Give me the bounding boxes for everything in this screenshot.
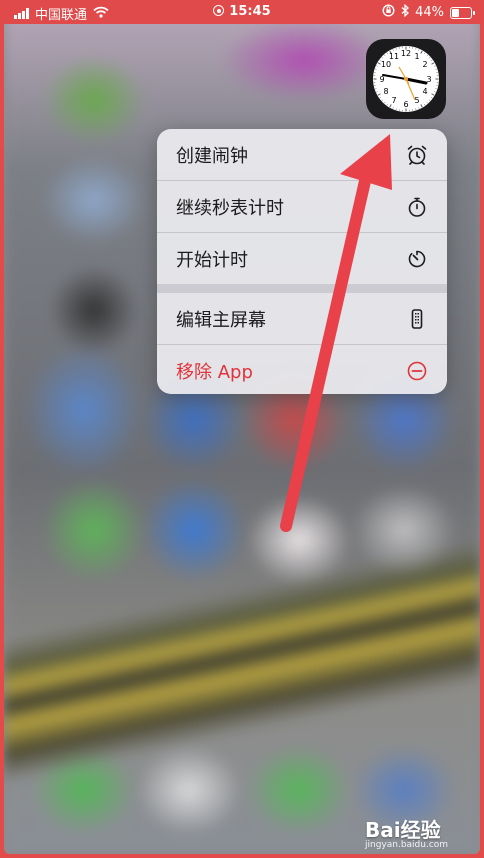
annotation-arrow [280, 134, 392, 532]
watermark-brand: Bai经验 [365, 818, 441, 842]
watermark-logo: Bai经验 [365, 814, 441, 843]
watermark-url: jingyan.baidu.com [365, 840, 449, 850]
